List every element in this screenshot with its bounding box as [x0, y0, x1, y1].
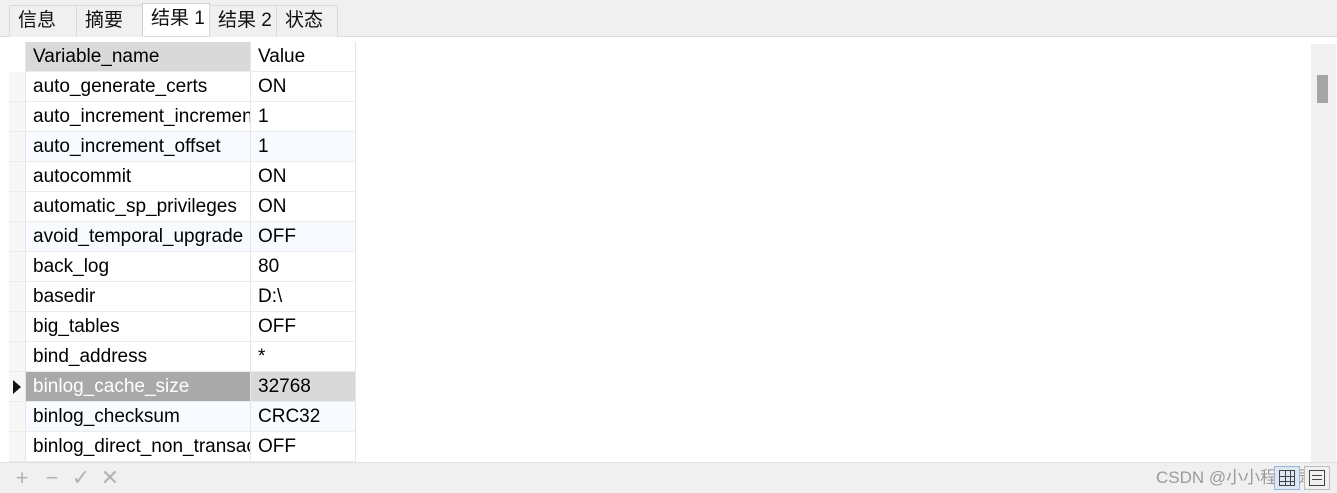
column-header-variable-name[interactable]: Variable_name [26, 42, 251, 72]
row-pointer-icon [13, 380, 21, 394]
add-record-button[interactable]: + [11, 466, 33, 490]
value-cell[interactable]: D:\ [251, 282, 356, 312]
table-row[interactable]: back_log 80 [9, 252, 356, 282]
tab-result-1[interactable]: 结果 1 [142, 3, 210, 36]
value-cell[interactable]: 32768 [251, 372, 356, 402]
table-row[interactable]: bind_address * [9, 342, 356, 372]
row-indicator[interactable] [9, 72, 26, 102]
table-row[interactable]: auto_increment_offset 1 [9, 132, 356, 162]
tab-status[interactable]: 状态 [276, 5, 338, 37]
grid-view-button[interactable] [1274, 466, 1300, 490]
column-header-value[interactable]: Value [251, 42, 356, 72]
table-row[interactable]: binlog_checksum CRC32 [9, 402, 356, 432]
tab-info[interactable]: 信息 [9, 5, 77, 37]
table-row[interactable]: autocommit ON [9, 162, 356, 192]
value-cell[interactable]: OFF [251, 312, 356, 342]
value-cell[interactable]: CRC32 [251, 402, 356, 432]
value-cell[interactable]: ON [251, 72, 356, 102]
value-cell[interactable]: ON [251, 192, 356, 222]
grid-view-icon [1279, 470, 1295, 486]
variable-name-cell[interactable]: avoid_temporal_upgrade [26, 222, 251, 252]
grid-header-row: Variable_name Value [9, 42, 356, 72]
tab-result-2[interactable]: 结果 2 [209, 5, 277, 37]
table-row[interactable]: auto_increment_increment 1 [9, 102, 356, 132]
tab-summary[interactable]: 摘要 [76, 5, 144, 37]
row-indicator[interactable] [9, 432, 26, 462]
row-indicator[interactable] [9, 342, 26, 372]
table-row[interactable]: avoid_temporal_upgrade OFF [9, 222, 356, 252]
variable-name-cell[interactable]: binlog_cache_size [26, 372, 251, 402]
vertical-scrollbar-thumb[interactable] [1317, 75, 1328, 103]
table-row[interactable]: basedir D:\ [9, 282, 356, 312]
variable-name-cell[interactable]: back_log [26, 252, 251, 282]
table-row-selected[interactable]: binlog_cache_size 32768 [9, 372, 356, 402]
variable-name-cell[interactable]: autocommit [26, 162, 251, 192]
variable-name-cell[interactable]: binlog_checksum [26, 402, 251, 432]
variable-name-cell[interactable]: auto_increment_increment [26, 102, 251, 132]
row-indicator[interactable] [9, 162, 26, 192]
row-indicator[interactable] [9, 252, 26, 282]
delete-record-button[interactable]: − [41, 466, 63, 490]
table-row[interactable]: big_tables OFF [9, 312, 356, 342]
table-row[interactable]: binlog_direct_non_transactional_updates … [9, 432, 356, 462]
vertical-scrollbar[interactable] [1311, 44, 1336, 462]
variable-name-cell[interactable]: binlog_direct_non_transactional_updates [26, 432, 251, 462]
result-tab-bar: 信息 摘要 结果 1 结果 2 状态 [0, 0, 1337, 37]
header-indicator-cell [9, 42, 26, 72]
discard-changes-button[interactable]: ✕ [99, 466, 121, 490]
variable-name-cell[interactable]: auto_increment_offset [26, 132, 251, 162]
value-cell[interactable]: * [251, 342, 356, 372]
row-indicator[interactable] [9, 192, 26, 222]
value-cell[interactable]: ON [251, 162, 356, 192]
table-row[interactable]: automatic_sp_privileges ON [9, 192, 356, 222]
value-cell[interactable]: 1 [251, 102, 356, 132]
result-grid-area: Variable_name Value auto_generate_certs … [0, 37, 1337, 462]
variable-name-cell[interactable]: automatic_sp_privileges [26, 192, 251, 222]
row-indicator[interactable] [9, 372, 26, 402]
apply-changes-button[interactable]: ✓ [70, 466, 92, 490]
row-indicator[interactable] [9, 402, 26, 432]
variable-name-cell[interactable]: big_tables [26, 312, 251, 342]
row-indicator[interactable] [9, 312, 26, 342]
row-indicator[interactable] [9, 132, 26, 162]
value-cell[interactable]: OFF [251, 432, 356, 462]
variable-name-cell[interactable]: basedir [26, 282, 251, 312]
row-indicator[interactable] [9, 282, 26, 312]
value-cell[interactable]: 1 [251, 132, 356, 162]
value-cell[interactable]: OFF [251, 222, 356, 252]
row-indicator[interactable] [9, 222, 26, 252]
value-cell[interactable]: 80 [251, 252, 356, 282]
bottom-toolbar: + − ✓ ✕ CSDN @小小程序员 [0, 462, 1337, 493]
variable-name-cell[interactable]: bind_address [26, 342, 251, 372]
form-view-button[interactable] [1304, 466, 1330, 490]
row-indicator[interactable] [9, 102, 26, 132]
table-row[interactable]: auto_generate_certs ON [9, 72, 356, 102]
variable-name-cell[interactable]: auto_generate_certs [26, 72, 251, 102]
form-view-icon [1309, 470, 1325, 486]
